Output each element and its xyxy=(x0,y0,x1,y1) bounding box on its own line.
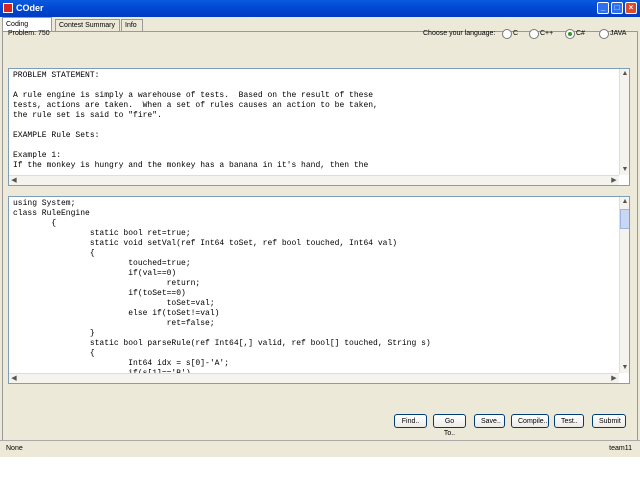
problem-statement-text: PROBLEM STATEMENT: A rule engine is simp… xyxy=(13,71,378,170)
statement-vertical-scrollbar[interactable]: ▲ ▼ xyxy=(619,69,629,175)
app-icon xyxy=(3,3,13,13)
code-text: using System; class RuleEngine { static … xyxy=(13,199,431,383)
status-message: None xyxy=(6,445,23,452)
scroll-down-icon[interactable]: ▼ xyxy=(620,363,629,373)
radio-c-label: C xyxy=(513,30,519,37)
goto-button[interactable]: Go To.. xyxy=(433,414,466,437)
close-button[interactable]: × xyxy=(625,2,637,14)
radio-cpp[interactable] xyxy=(529,29,539,39)
scroll-right-icon[interactable]: ▶ xyxy=(609,176,619,185)
status-user: team11 xyxy=(609,445,632,452)
test-button[interactable]: Test.. xyxy=(554,414,584,428)
code-editor[interactable]: using System; class RuleEngine { static … xyxy=(8,196,630,384)
language-label: Choose your language: xyxy=(423,30,496,37)
code-scroll-thumb[interactable] xyxy=(620,209,629,229)
tab-info[interactable]: Info xyxy=(121,19,143,31)
problem-label: Problem: 750 xyxy=(8,30,50,37)
statement-horizontal-scrollbar[interactable]: ◀ ▶ xyxy=(9,175,619,185)
radio-csharp-label: C# xyxy=(576,30,585,37)
code-horizontal-scrollbar[interactable]: ◀ ▶ xyxy=(9,373,619,383)
radio-csharp[interactable] xyxy=(565,29,575,39)
tab-contest-summary[interactable]: Contest Summary xyxy=(55,19,120,31)
window-title: COder xyxy=(16,3,44,13)
find-button[interactable]: Find.. xyxy=(394,414,427,428)
submit-button[interactable]: Submit xyxy=(592,414,626,428)
status-bar: None team11 xyxy=(0,440,640,457)
tab-coding-arena[interactable]: Coding Arena xyxy=(2,17,52,42)
code-vertical-scrollbar[interactable]: ▲ ▼ xyxy=(619,197,629,373)
title-bar[interactable]: COder _ □ × xyxy=(0,0,640,17)
radio-java-label: JAVA xyxy=(610,30,627,37)
compile-button[interactable]: Compile.. xyxy=(511,414,549,428)
scroll-right-icon[interactable]: ▶ xyxy=(609,374,619,383)
radio-cpp-label: C++ xyxy=(540,30,554,37)
maximize-button[interactable]: □ xyxy=(611,2,623,14)
scroll-up-icon[interactable]: ▲ xyxy=(620,197,629,207)
scroll-left-icon[interactable]: ◀ xyxy=(9,374,19,383)
scroll-down-icon[interactable]: ▼ xyxy=(620,165,629,175)
problem-statement-box[interactable]: PROBLEM STATEMENT: A rule engine is simp… xyxy=(8,68,630,186)
radio-java[interactable] xyxy=(599,29,609,39)
radio-c[interactable] xyxy=(502,29,512,39)
minimize-button[interactable]: _ xyxy=(597,2,609,14)
scroll-left-icon[interactable]: ◀ xyxy=(9,176,19,185)
scroll-up-icon[interactable]: ▲ xyxy=(620,69,629,79)
save-button[interactable]: Save.. xyxy=(474,414,505,428)
